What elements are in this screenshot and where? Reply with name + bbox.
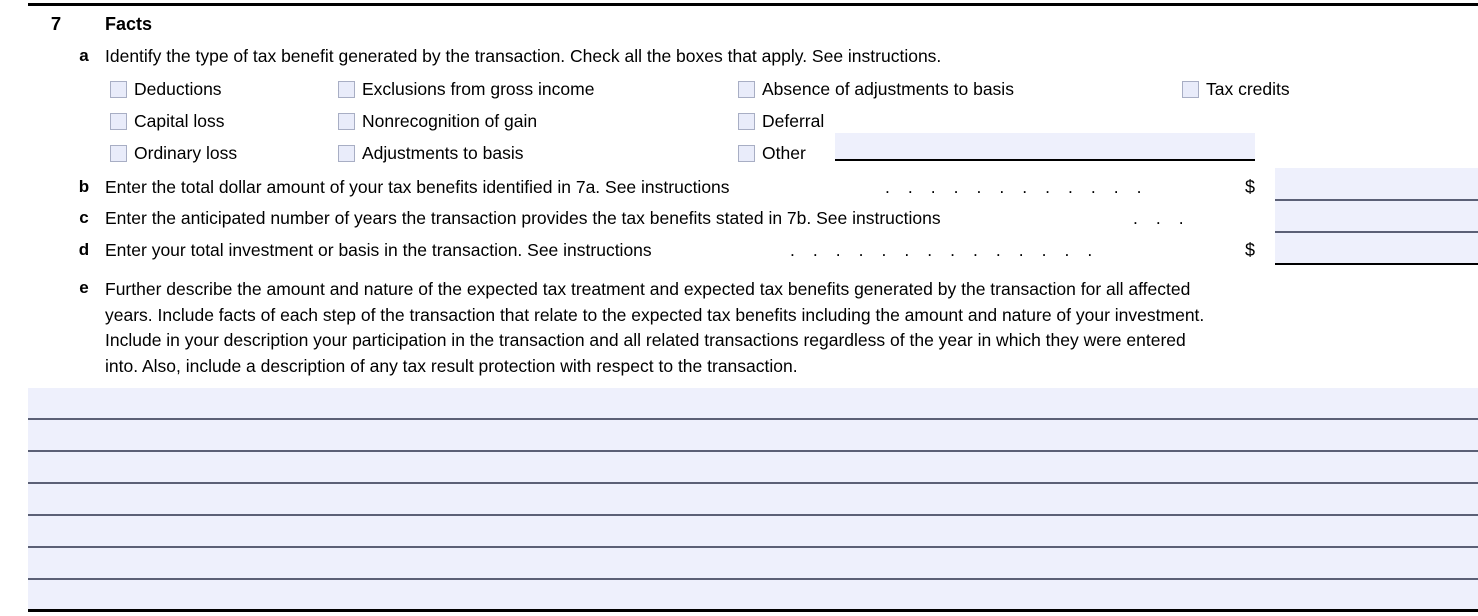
checkbox-deductions[interactable]: Deductions [110,78,222,100]
leader-dot: . [1155,208,1161,228]
leader-dot: . [812,240,818,260]
leader-dot: . [1090,177,1096,197]
form-section-7-facts: 7 Facts a Identify the type of tax benef… [0,0,1478,616]
writing-line[interactable] [28,516,1478,548]
checkbox-label: Deductions [134,79,222,99]
checkbox-label: Absence of adjustments to basis [762,79,1014,99]
checkbox-box-icon[interactable] [738,80,755,98]
item-7a-instruction: Identify the type of tax benefit generat… [105,46,942,66]
checkbox-exclusions-from-gross-income[interactable]: Exclusions from gross income [338,78,594,100]
section-top-divider [28,3,1478,6]
leader-dot: . [907,177,913,197]
leader-dot: . [999,177,1005,197]
checkbox-label: Tax credits [1206,79,1290,99]
leader-dot: . [1041,240,1047,260]
item-letter-b: b [78,177,90,196]
checkbox-ordinary-loss[interactable]: Ordinary loss [110,142,237,164]
leader-dot: . [1022,177,1028,197]
leader-dot: . [858,240,864,260]
checkbox-absence-of-adjustments-to-basis[interactable]: Absence of adjustments to basis [738,78,1014,100]
checkbox-label: Capital loss [134,111,225,131]
writing-line[interactable] [28,388,1478,420]
leader-dot: . [950,240,955,260]
dot-leader-7b: ............ [885,176,1142,198]
leader-dot: . [881,240,887,260]
checkbox-capital-loss[interactable]: Capital loss [110,110,224,132]
dot-leader-7d: .............. [790,239,1092,261]
input-7b-total-dollar-amount[interactable] [1275,168,1478,201]
checkbox-box-icon[interactable] [338,144,355,162]
checkbox-label: Deferral [762,111,825,131]
input-7c-number-of-years[interactable] [1275,201,1478,233]
leader-dot: . [790,240,795,260]
leader-dot: . [1136,177,1142,197]
leader-dot: . [1087,240,1093,260]
item-letter-a: a [79,46,89,65]
leader-dot: . [1068,177,1073,197]
item-7b-text: Enter the total dollar amount of your ta… [105,177,730,197]
checkbox-adjustments-to-basis[interactable]: Adjustments to basis [338,142,523,164]
paragraph-line: into. Also, include a description of any… [105,355,798,376]
item-title-facts: Facts [105,14,153,34]
leader-dot: . [1018,240,1024,260]
checkbox-box-icon[interactable] [110,144,127,162]
writing-line[interactable] [28,420,1478,452]
paragraph-line: years. Include facts of each step of the… [105,304,1205,325]
paragraph-line: Include in your description your partici… [105,330,1186,350]
item-number-7: 7 [50,13,62,34]
leader-dot: . [1113,177,1119,197]
input-7d-total-investment-or-basis[interactable] [1275,233,1478,265]
checkbox-label: Nonrecognition of gain [362,111,538,131]
checkbox-box-icon[interactable] [110,112,127,130]
leader-dot: . [1178,208,1184,228]
leader-dot: . [930,177,936,197]
leader-dot: . [927,240,933,260]
checkbox-other[interactable]: Other [738,142,806,164]
checkbox-box-icon[interactable] [738,144,755,162]
checkbox-label: Other [762,143,806,163]
item-7c-text: Enter the anticipated number of years th… [105,208,941,228]
leader-dot: . [885,177,890,197]
leader-dot: . [904,240,910,260]
leader-dot: . [995,240,1001,260]
checkbox-box-icon[interactable] [338,80,355,98]
leader-dot: . [953,177,959,197]
checkbox-box-icon[interactable] [110,80,127,98]
checkbox-box-icon[interactable] [738,112,755,130]
leader-dot: . [973,240,978,260]
leader-dot: . [1064,240,1070,260]
answer-writing-area [28,388,1478,612]
paragraph-line: Further describe the amount and nature o… [105,279,1191,299]
checkbox-tax-credits[interactable]: Tax credits [1182,78,1290,100]
writing-line[interactable] [28,484,1478,516]
checkbox-label: Exclusions from gross income [362,79,595,99]
checkbox-deferral[interactable]: Deferral [738,110,824,132]
writing-line[interactable] [28,548,1478,580]
currency-symbol-7d: $ [1245,240,1256,260]
leader-dot: . [835,240,841,260]
other-tax-benefit-input[interactable] [835,133,1255,161]
writing-line[interactable] [28,452,1478,484]
currency-symbol-7b: $ [1245,177,1256,197]
item-letter-d: d [78,240,90,259]
writing-line[interactable] [28,580,1478,612]
checkbox-nonrecognition-of-gain[interactable]: Nonrecognition of gain [338,110,537,132]
item-7e-paragraph: Further describe the amount and nature o… [105,277,1478,379]
checkbox-box-icon[interactable] [1182,80,1199,98]
item-letter-e: e [79,278,89,297]
leader-dot: . [1133,208,1138,228]
dot-leader-7c: ... [1133,207,1184,229]
checkbox-label: Ordinary loss [134,143,238,163]
checkbox-label: Adjustments to basis [362,143,524,163]
checkbox-box-icon[interactable] [338,112,355,130]
item-7d-text: Enter your total investment or basis in … [105,240,652,260]
leader-dot: . [976,177,982,197]
item-letter-c: c [79,208,89,227]
leader-dot: . [1045,177,1050,197]
